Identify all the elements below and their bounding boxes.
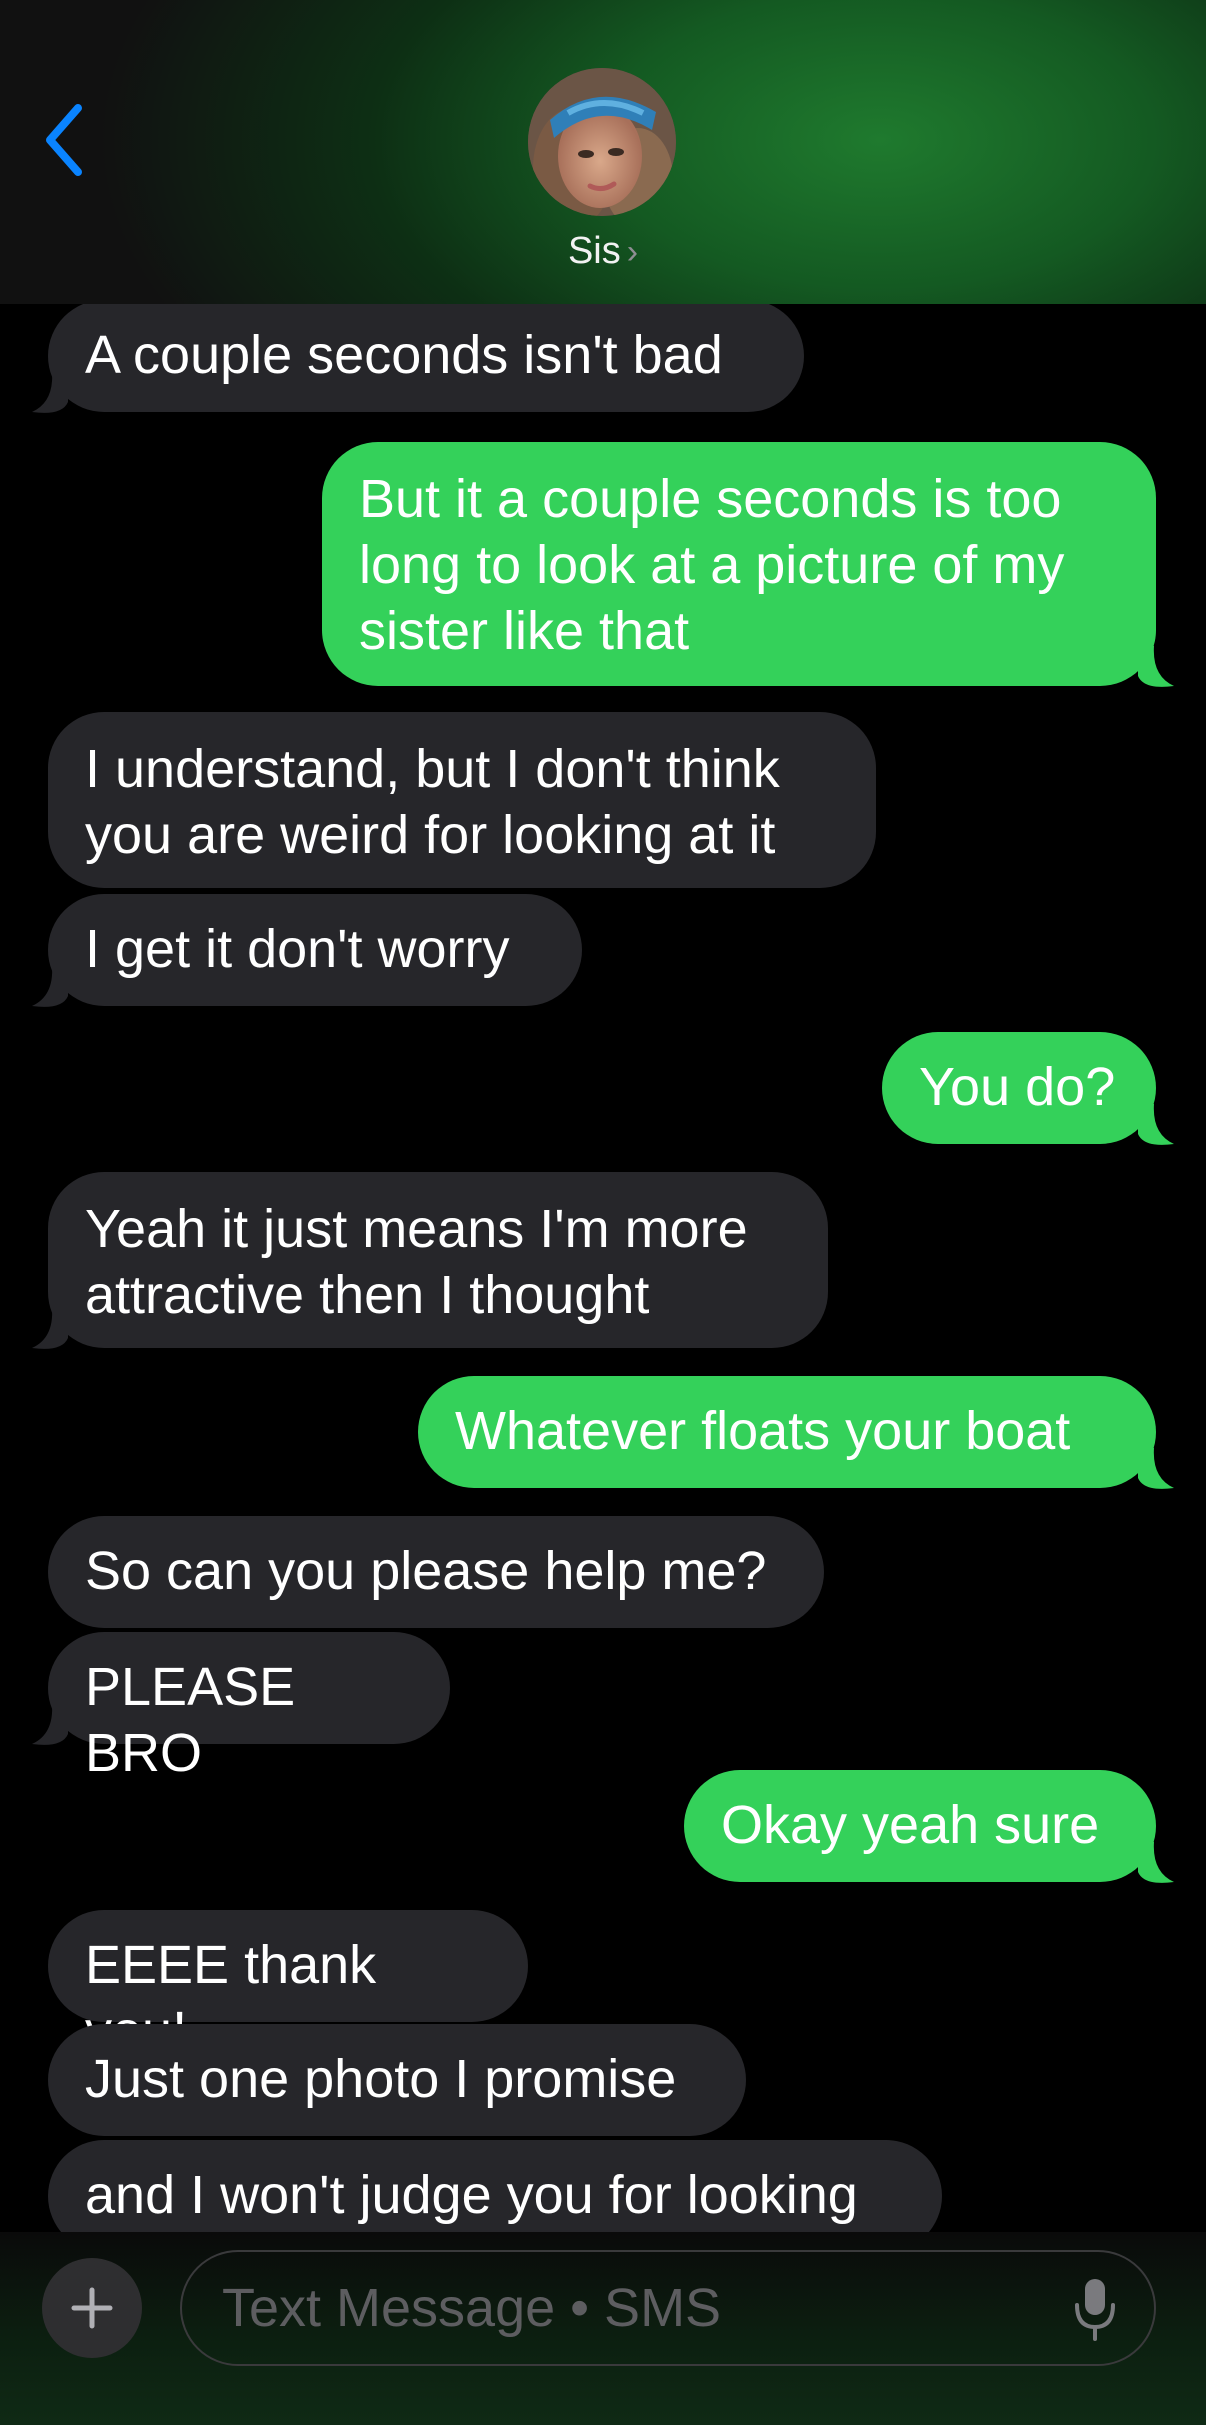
sent-message[interactable]: You do? xyxy=(882,1032,1156,1144)
sent-message[interactable]: Whatever floats your boat xyxy=(418,1376,1156,1488)
message-text: You do? xyxy=(919,1057,1116,1117)
bubble-tail xyxy=(32,1308,68,1349)
conversation-header: Sis › xyxy=(0,0,1206,304)
message-text: and I won't judge you for looking xyxy=(85,2165,858,2225)
message-text: So can you please help me? xyxy=(85,1541,767,1601)
sent-message[interactable]: Okay yeah sure xyxy=(684,1770,1156,1882)
chevron-left-icon[interactable] xyxy=(40,100,90,180)
microphone-icon[interactable] xyxy=(1070,2275,1120,2345)
message-text: Whatever floats your boat xyxy=(455,1401,1071,1461)
message-text: Yeah it just means I'm more attractive t… xyxy=(85,1199,748,1325)
message-text: Just one photo I promise xyxy=(85,2049,677,2109)
received-message[interactable]: EEEE thank you! xyxy=(48,1910,528,2061)
bubble-tail xyxy=(32,1704,68,1745)
received-message[interactable]: I understand, but I don't think you are … xyxy=(48,712,876,888)
received-message[interactable]: So can you please help me? xyxy=(48,1516,824,1628)
contact-name[interactable]: Sis › xyxy=(0,230,1206,273)
received-message[interactable]: I get it don't worry xyxy=(48,894,582,1006)
avatar[interactable] xyxy=(528,68,676,216)
sent-message[interactable]: But it a couple seconds is too long to l… xyxy=(322,442,1156,686)
received-message[interactable]: and I won't judge you for looking xyxy=(48,2140,942,2232)
message-text: Okay yeah sure xyxy=(721,1795,1100,1855)
chevron-right-icon: › xyxy=(626,233,639,271)
message-text: A couple seconds isn't bad xyxy=(85,325,723,385)
received-message[interactable]: PLEASE BRO xyxy=(48,1632,450,1783)
bubble-tail xyxy=(1138,646,1174,687)
bubble-tail xyxy=(32,372,68,413)
message-text: I understand, but I don't think you are … xyxy=(85,739,780,865)
message-text: But it a couple seconds is too long to l… xyxy=(359,469,1065,661)
message-text: I get it don't worry xyxy=(85,919,510,979)
received-message[interactable]: A couple seconds isn't bad xyxy=(48,304,804,412)
message-thread[interactable]: A couple seconds isn't bad But it a coup… xyxy=(0,304,1206,2232)
contact-name-label: Sis xyxy=(567,230,621,272)
received-message[interactable]: Yeah it just means I'm more attractive t… xyxy=(48,1172,828,1348)
bubble-tail xyxy=(1138,1448,1174,1489)
bubble-tail xyxy=(1138,1842,1174,1883)
bubble-tail xyxy=(32,966,68,1007)
add-attachment-button[interactable] xyxy=(42,2258,142,2358)
bubble-tail xyxy=(1138,1104,1174,1145)
received-message[interactable]: Just one photo I promise xyxy=(48,2024,746,2136)
message-text: PLEASE BRO xyxy=(85,1657,296,1783)
message-input[interactable] xyxy=(180,2250,1156,2366)
plus-icon xyxy=(71,2287,113,2329)
